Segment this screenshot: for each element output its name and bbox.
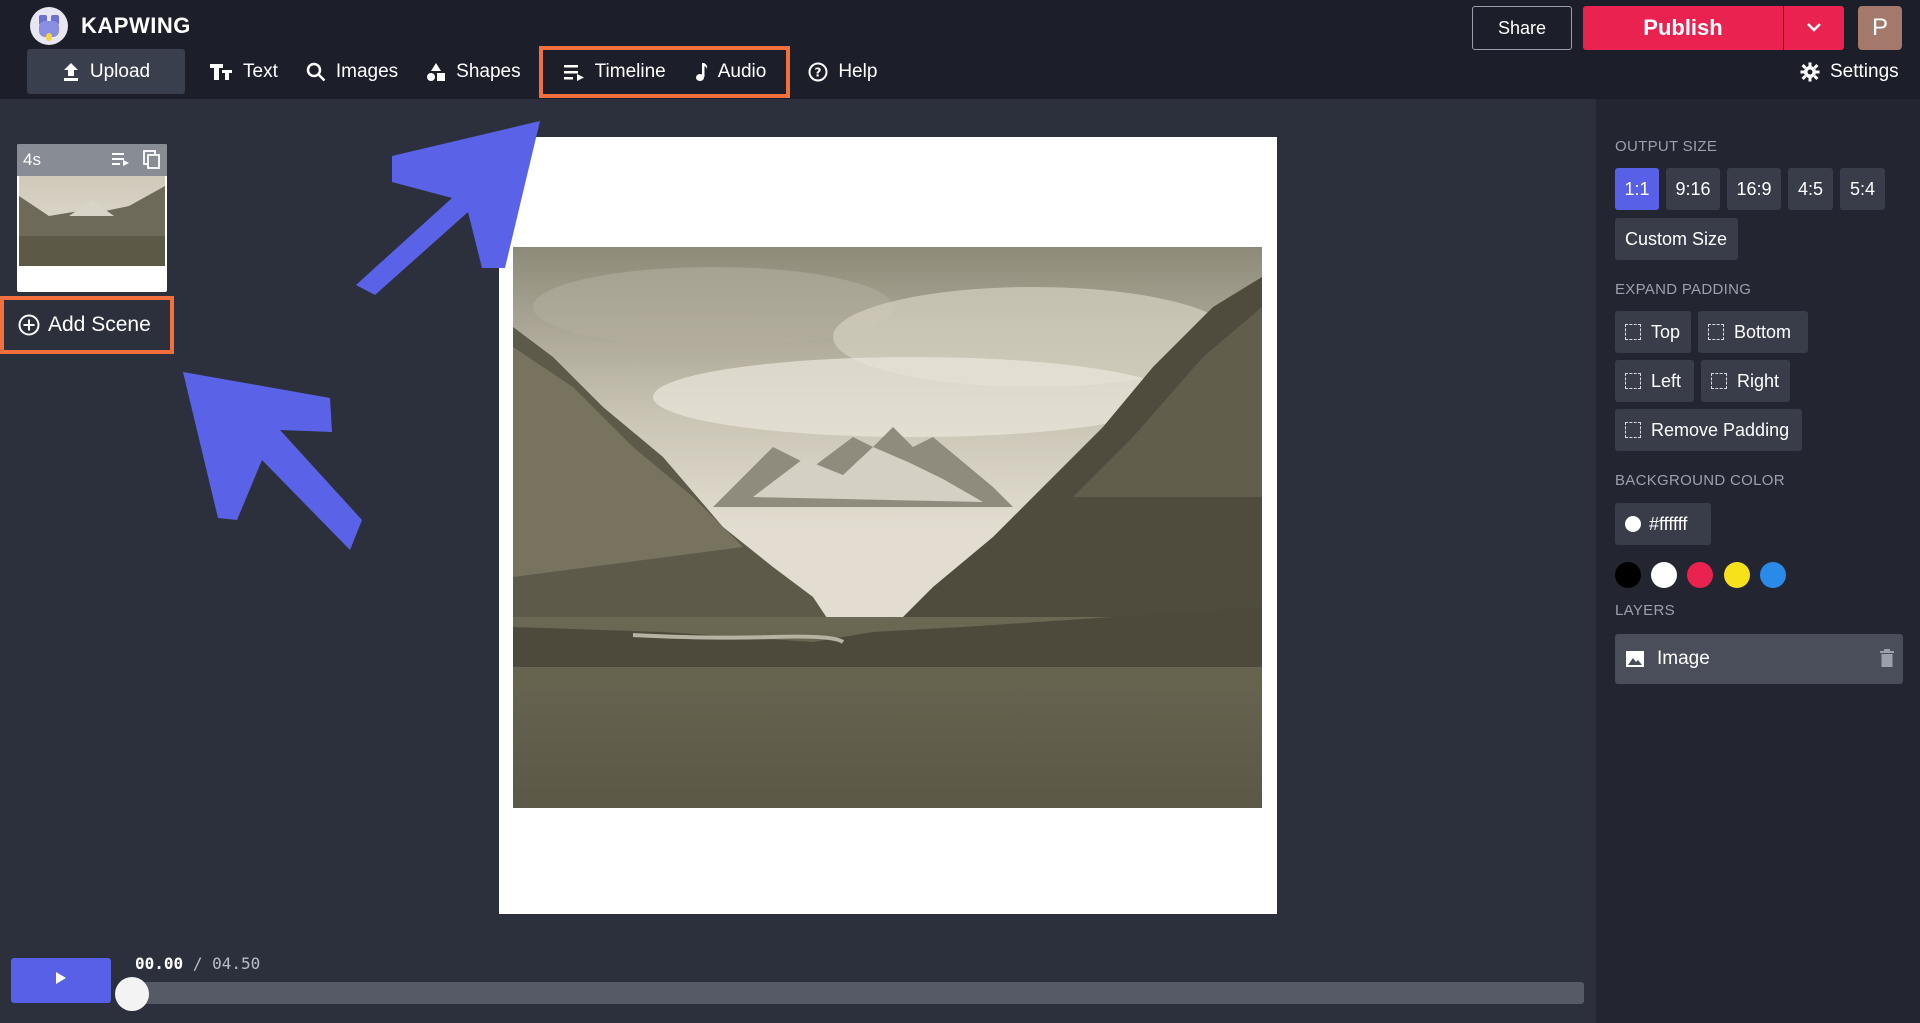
settings-label: Settings [1830,60,1899,82]
time-separator: / [192,954,203,973]
pad-top-button[interactable]: Top [1615,311,1691,353]
pad-right-button[interactable]: Right [1701,360,1790,402]
add-scene-button[interactable]: Add Scene [0,296,174,354]
main-toolbar: Upload Text Images Shapes Timeline Audio… [27,45,891,98]
audio-label: Audio [717,60,767,82]
pad-left-label: Left [1651,370,1682,391]
pad-bottom-button[interactable]: Bottom [1698,311,1808,353]
text-tool-label: Text [243,60,278,82]
padding-icon [1625,422,1641,438]
gear-icon [1800,62,1820,82]
swatch-black[interactable] [1615,562,1641,588]
padding-icon [1711,373,1727,389]
play-icon [55,971,67,990]
image-icon [1625,650,1645,668]
plus-circle-icon [18,314,40,336]
arrow-to-add-scene [183,372,362,550]
timeline-label: Timeline [594,60,666,82]
layer-name: Image [1657,648,1710,669]
pad-left-button[interactable]: Left [1615,360,1694,402]
output-size-label: OUTPUT SIZE [1615,138,1718,155]
playback-scrubber-handle[interactable] [115,977,149,1011]
settings-button[interactable]: Settings [1800,49,1899,94]
layers-label: LAYERS [1615,602,1675,619]
images-tool-label: Images [335,60,399,82]
audio-button[interactable]: Audio [680,49,781,94]
scene-header: 4s [17,144,167,176]
size-1-1-button[interactable]: 1:1 [1615,168,1659,210]
pad-bottom-label: Bottom [1734,321,1792,342]
help-icon: ? [808,62,828,82]
trash-icon[interactable] [1879,648,1895,668]
padding-icon [1625,373,1641,389]
user-avatar[interactable]: P [1858,6,1902,50]
shapes-tool-label: Shapes [456,60,521,82]
scene-duration: 4s [23,150,41,169]
custom-size-button[interactable]: Custom Size [1615,218,1738,260]
scene-thumbnail-image [19,176,165,266]
size-4-5-button[interactable]: 4:5 [1788,168,1833,210]
music-note-icon [694,62,708,82]
total-time: 04.50 [212,954,261,973]
timeline-icon [563,63,585,81]
background-color-value: #ffffff [1649,513,1688,534]
upload-label: Upload [89,60,151,82]
app-logo[interactable]: KAPWING [30,7,191,45]
padding-icon [1708,324,1724,340]
pad-right-label: Right [1737,370,1780,391]
background-color-picker[interactable]: #ffffff [1615,503,1711,545]
expand-padding-label: EXPAND PADDING [1615,281,1752,298]
padding-icon [1625,324,1641,340]
swatch-yellow[interactable] [1724,562,1750,588]
duplicate-scene-icon[interactable] [143,150,161,175]
app-name: KAPWING [81,13,191,38]
svg-text:?: ? [815,65,822,79]
current-time: 00.00 [135,954,184,973]
scene-thumbnail[interactable]: 4s [17,144,167,292]
playback-scrubber-track[interactable] [120,982,1584,1004]
chevron-down-icon [1806,19,1822,37]
upload-button[interactable]: Upload [27,49,185,94]
kapwing-logo-icon [30,7,68,45]
help-button[interactable]: ? Help [794,49,891,94]
publish-button[interactable]: Publish [1583,6,1783,50]
search-icon [306,62,326,82]
share-button[interactable]: Share [1472,6,1572,50]
color-dot-icon [1625,516,1641,532]
timeline-button[interactable]: Timeline [549,49,680,94]
swatch-blue[interactable] [1760,562,1786,588]
size-16-9-button[interactable]: 16:9 [1727,168,1781,210]
upload-icon [62,62,80,82]
text-tool-button[interactable]: Text [195,49,292,94]
size-5-4-button[interactable]: 5:4 [1840,168,1885,210]
remove-padding-button[interactable]: Remove Padding [1615,409,1802,451]
background-color-label: BACKGROUND COLOR [1615,472,1785,489]
canvas-image-layer[interactable] [513,247,1262,808]
timeline-audio-highlight: Timeline Audio [538,45,791,98]
remove-padding-label: Remove Padding [1651,419,1790,440]
play-button[interactable] [11,958,111,1003]
publish-options-button[interactable] [1784,6,1844,50]
pad-top-label: Top [1651,321,1681,342]
swatch-red[interactable] [1687,562,1713,588]
add-scene-label: Add Scene [48,313,151,336]
size-9-16-button[interactable]: 9:16 [1666,168,1720,210]
shapes-tool-button[interactable]: Shapes [412,49,534,94]
top-header: KAPWING Upload Text Images Shapes Timeli… [0,0,1920,99]
text-icon [209,63,233,81]
shapes-icon [426,62,446,82]
playback-time: 00.00 / 04.50 [135,954,260,973]
images-tool-button[interactable]: Images [292,49,412,94]
layer-item[interactable]: Image [1615,634,1903,684]
help-label: Help [838,60,878,82]
swatch-white[interactable] [1651,562,1677,588]
scene-timeline-icon[interactable] [111,150,131,175]
